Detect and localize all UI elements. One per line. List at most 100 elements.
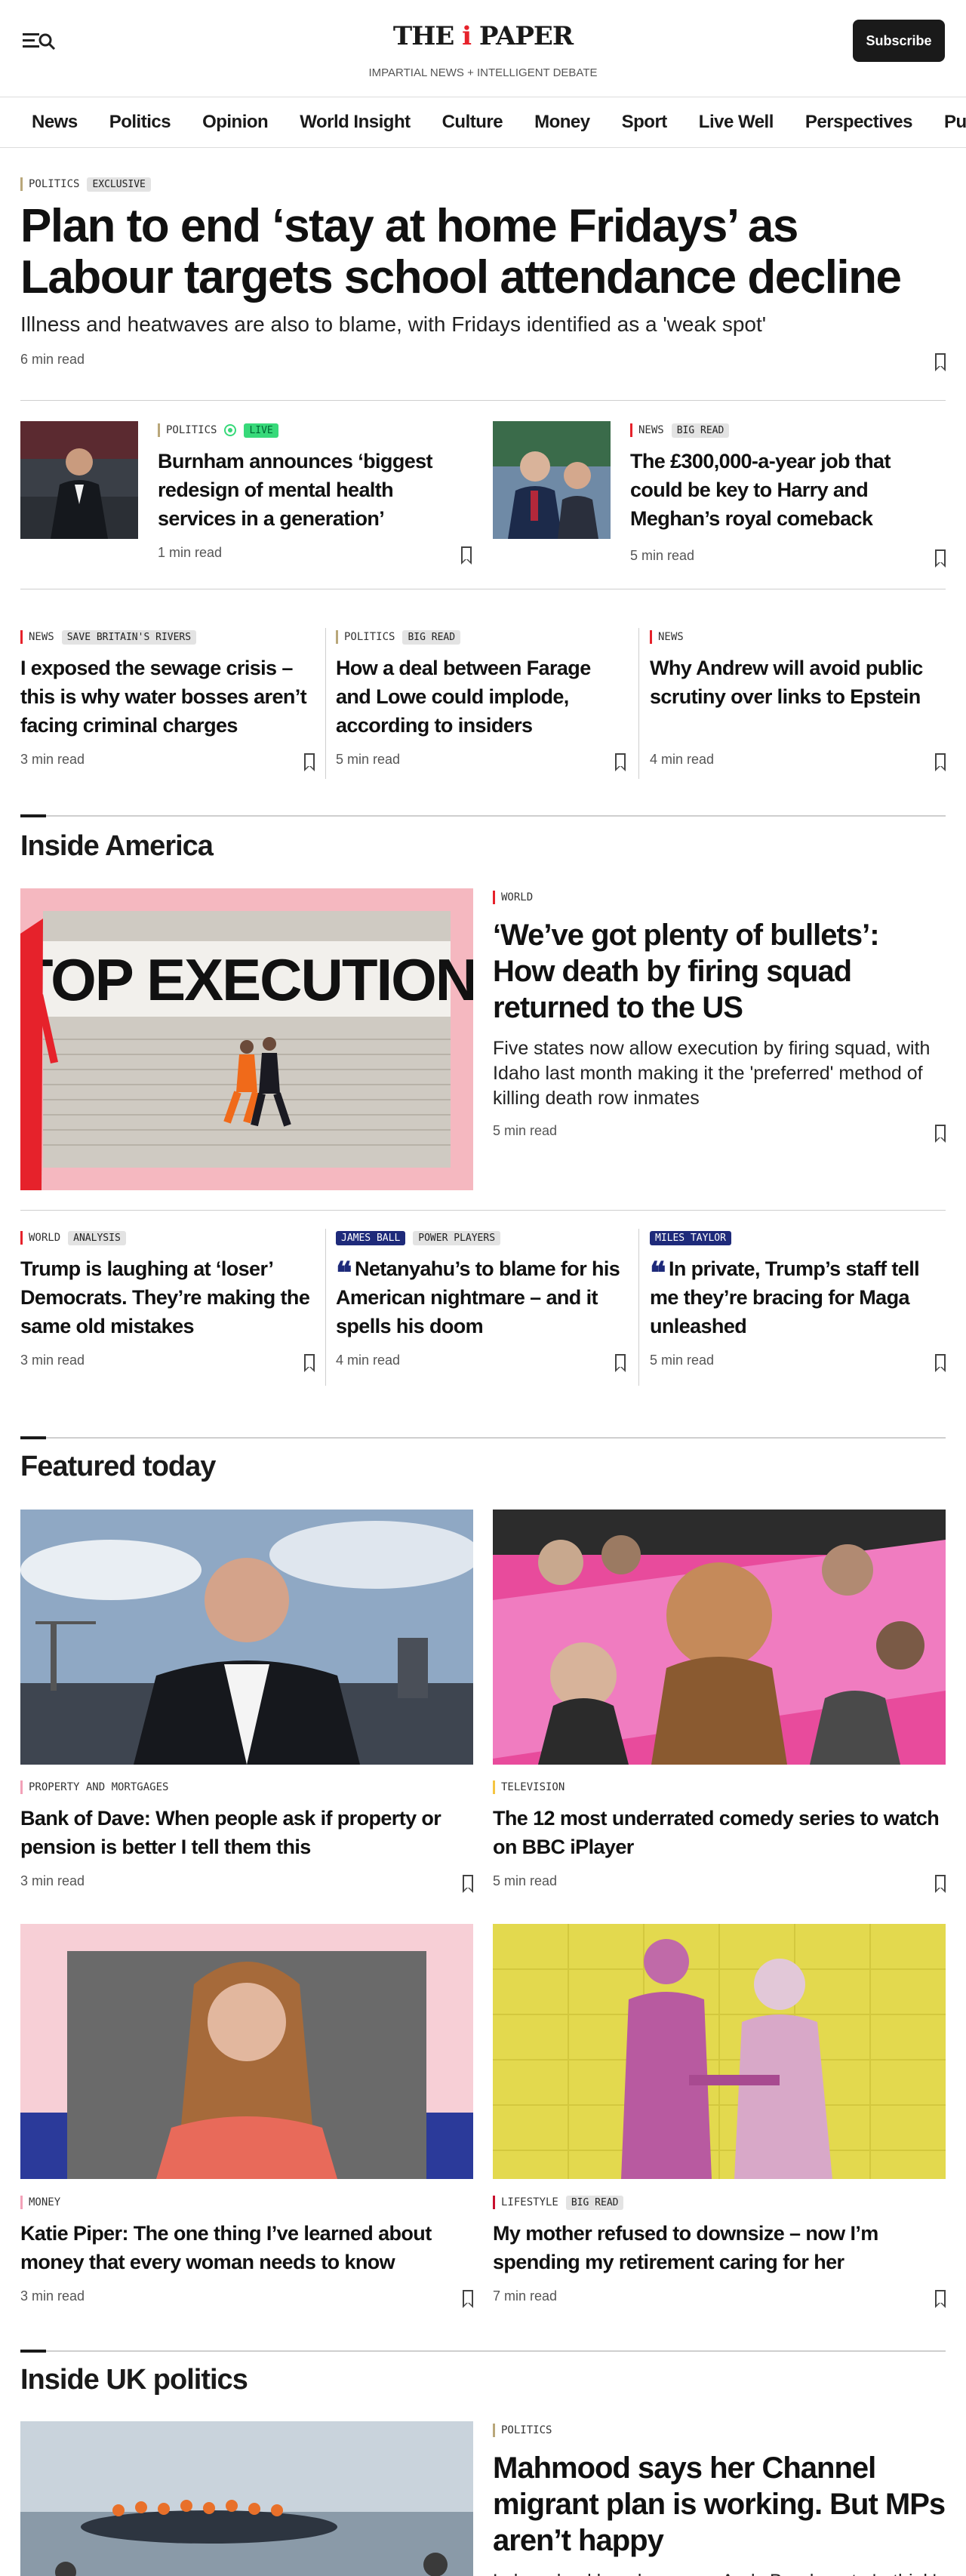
headline[interactable]: The £300,000-a-year job that could be ke… (630, 447, 946, 533)
read-time: 5 min read (493, 1123, 558, 1138)
headline[interactable]: How a deal between Farage and Lowe could… (336, 654, 626, 740)
article-card[interactable]: NEWS BIG READ The £300,000-a-year job th… (630, 421, 946, 568)
nav-live-well[interactable]: Live Well (699, 97, 774, 147)
section-label: WORLD (20, 1231, 60, 1245)
bookmark-icon[interactable] (935, 1353, 946, 1372)
headline[interactable]: I exposed the sewage crisis – this is wh… (20, 654, 315, 740)
tagline: IMPARTIAL NEWS + INTELLIGENT DEBATE (368, 66, 598, 79)
comedy-series-image[interactable] (493, 1510, 946, 1765)
article-card[interactable]: POLITICS LIVE Burnham announces ‘biggest… (158, 421, 472, 565)
site-logo[interactable]: THE i PAPER (0, 21, 966, 51)
headline[interactable]: My mother refused to downsize – now I’m … (493, 2219, 946, 2276)
read-time: 3 min read (20, 752, 85, 767)
section-label: NEWS (630, 423, 664, 437)
nav-sport[interactable]: Sport (622, 97, 668, 147)
column-separator (638, 1229, 639, 1386)
bookmark-icon[interactable] (461, 546, 472, 565)
section-label: POLITICS (493, 2424, 552, 2437)
section-label: POLITICS (20, 177, 79, 191)
headline[interactable]: Why Andrew will avoid public scrutiny ov… (650, 654, 946, 711)
royals-image[interactable] (493, 421, 611, 539)
bookmark-icon[interactable] (935, 1874, 946, 1893)
headline[interactable]: Netanyahu’s to blame for his American ni… (336, 1257, 620, 1337)
read-time: 3 min read (20, 1873, 85, 1888)
section-label: MONEY (20, 2196, 60, 2209)
section-rule (20, 2350, 946, 2353)
divider (20, 400, 946, 401)
ukpolitics-lead-card[interactable]: POLITICS Mahmood says her Channel migran… (493, 2421, 946, 2576)
author-tag[interactable]: JAMES BALL (336, 1230, 406, 1245)
bookmark-icon[interactable] (463, 1874, 473, 1893)
article-card[interactable]: NEWS SAVE BRITAIN'S RIVERS I exposed the… (20, 628, 315, 771)
section-label: POLITICS (158, 423, 217, 437)
read-time: 5 min read (650, 1353, 715, 1368)
column-separator (325, 1229, 326, 1386)
opinion-quote-icon: ❝ (650, 1255, 666, 1291)
nav-culture[interactable]: Culture (442, 97, 503, 147)
nav-world-insight[interactable]: World Insight (300, 97, 411, 147)
nav-money[interactable]: Money (534, 97, 590, 147)
headline[interactable]: Mahmood says her Channel migrant plan is… (493, 2450, 946, 2559)
main-nav: News Politics Opinion World Insight Culture M… (0, 97, 966, 148)
katie-piper-image[interactable] (20, 1924, 473, 2179)
section-title: Inside America (20, 830, 214, 862)
firing-squad-image[interactable]: STOP EXECUTIONS (20, 888, 473, 1190)
article-card[interactable]: NEWS Why Andrew will avoid public scruti… (650, 628, 946, 771)
headline[interactable]: The 12 most underrated comedy series to … (493, 1804, 946, 1861)
nav-opinion[interactable]: Opinion (202, 97, 269, 147)
subscribe-button[interactable]: Subscribe (853, 20, 945, 62)
section-label: PROPERTY AND MORTGAGES (20, 1780, 168, 1794)
america-lead-card[interactable]: WORLD ‘We’ve got plenty of bullets’: How… (493, 888, 946, 1143)
headline[interactable]: Trump is laughing at ‘loser’ Democrats. … (20, 1254, 315, 1340)
bookmark-icon[interactable] (463, 2289, 473, 2308)
nav-news[interactable]: News (32, 97, 78, 147)
mother-downsize-image[interactable] (493, 1924, 946, 2179)
burnham-image[interactable] (20, 421, 138, 539)
bank-of-dave-image[interactable] (20, 1510, 473, 1765)
logo-i-mark: i (462, 21, 472, 51)
bookmark-icon[interactable] (615, 752, 626, 771)
section-label: WORLD (493, 891, 533, 904)
series-tag: POWER PLAYERS (413, 1230, 501, 1245)
section-label: LIFESTYLE (493, 2196, 558, 2209)
bookmark-icon[interactable] (615, 1353, 626, 1372)
bookmark-icon[interactable] (304, 752, 315, 771)
section-label: NEWS (20, 630, 54, 644)
headline[interactable]: Burnham announces ‘biggest redesign of m… (158, 447, 472, 533)
section-rule (20, 1436, 946, 1439)
lead-story[interactable]: POLITICS EXCLUSIVE Plan to end ‘stay at … (20, 175, 946, 371)
headline[interactable]: Bank of Dave: When people ask if propert… (20, 1804, 473, 1861)
article-card[interactable]: POLITICS BIG READ How a deal between Far… (336, 628, 626, 771)
bookmark-icon[interactable] (935, 2289, 946, 2308)
big-read-tag: BIG READ (565, 2195, 624, 2210)
read-time: 4 min read (336, 1353, 401, 1368)
bookmark-icon[interactable] (935, 352, 946, 371)
big-read-tag: BIG READ (402, 629, 461, 645)
nav-politics[interactable]: Politics (109, 97, 171, 147)
article-card[interactable]: WORLD ANALYSIS Trump is laughing at ‘los… (20, 1229, 315, 1372)
lead-headline[interactable]: Plan to end ‘stay at home Fridays’ as La… (20, 201, 946, 303)
article-card[interactable]: MONEY Katie Piper: The one thing I’ve le… (20, 2193, 473, 2308)
live-tag: LIVE (244, 423, 278, 438)
article-card[interactable]: PROPERTY AND MORTGAGES Bank of Dave: Whe… (20, 1778, 473, 1893)
bookmark-icon[interactable] (935, 752, 946, 771)
author-tag[interactable]: MILES TAYLOR (650, 1230, 731, 1245)
opinion-quote-icon: ❝ (336, 1255, 352, 1291)
read-time: 5 min read (493, 1873, 558, 1888)
read-time: 4 min read (650, 752, 715, 767)
image-text: STOP EXECUTIONS (20, 946, 473, 1013)
article-card[interactable]: LIFESTYLE BIG READ My mother refused to … (493, 2193, 946, 2308)
bookmark-icon[interactable] (304, 1353, 315, 1372)
channel-migrants-image[interactable] (20, 2421, 473, 2576)
article-card[interactable]: TELEVISION The 12 most underrated comedy… (493, 1778, 946, 1893)
headline[interactable]: In private, Trump’s staff tell me they’r… (650, 1257, 920, 1337)
article-card[interactable]: JAMES BALL POWER PLAYERS ❝ Netanyahu’s to… (336, 1229, 626, 1372)
article-card[interactable]: MILES TAYLOR ❝ In private, Trump’s staff … (650, 1229, 946, 1372)
nav-perspectives[interactable]: Perspectives (805, 97, 913, 147)
headline[interactable]: ‘We’ve got plenty of bullets’: How death… (493, 917, 946, 1026)
bookmark-icon[interactable] (935, 1124, 946, 1143)
read-time: 3 min read (20, 1353, 85, 1368)
bookmark-icon[interactable] (935, 549, 946, 568)
headline[interactable]: Katie Piper: The one thing I’ve learned … (20, 2219, 473, 2276)
nav-puzzles[interactable]: Puzzles (944, 97, 966, 147)
